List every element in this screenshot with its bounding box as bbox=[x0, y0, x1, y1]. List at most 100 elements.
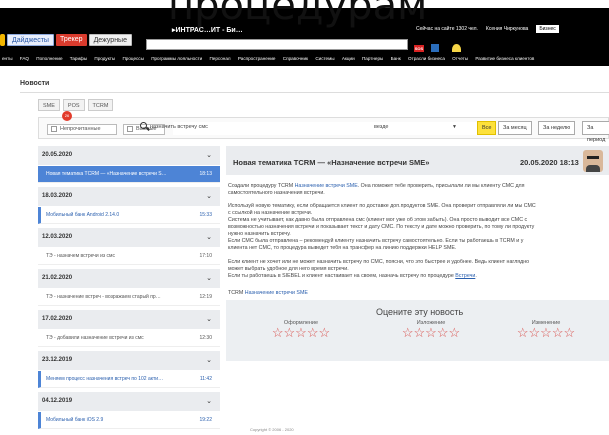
checkbox-box bbox=[51, 125, 57, 132]
author-avatar bbox=[583, 150, 603, 172]
filter-all-button[interactable]: Все bbox=[477, 121, 497, 135]
menu-item[interactable]: Тарифы bbox=[70, 56, 87, 61]
rating-design: Оформление ☆☆☆☆☆ bbox=[256, 320, 346, 340]
page-title: Новости bbox=[20, 80, 50, 87]
news-item-time: 18:13 bbox=[199, 171, 212, 177]
date-group-header[interactable]: 23.12.2019 ⌄ bbox=[38, 351, 220, 370]
chevron-down-icon[interactable]: ⌄ bbox=[206, 310, 212, 329]
divider bbox=[20, 92, 609, 93]
news-list-item[interactable]: Новая тематика TCRM — «Назначение встреч… bbox=[38, 166, 220, 183]
menu-item[interactable]: Партнеры bbox=[362, 56, 383, 61]
chevron-down-icon[interactable]: ⌄ bbox=[206, 146, 212, 165]
filter-period-button[interactable]: За период bbox=[582, 121, 609, 143]
star-rating-input[interactable]: ☆☆☆☆☆ bbox=[501, 325, 591, 340]
text: Создали процедуру TCRM bbox=[228, 183, 295, 189]
menu-item[interactable]: Программы лояльности bbox=[151, 56, 202, 61]
menu-item[interactable]: Пополнение bbox=[36, 56, 62, 61]
news-list-item[interactable]: ТЭ - назначение встреч - возражаем стары… bbox=[38, 289, 220, 306]
news-list-item[interactable]: Мобильный банк iOS 2.9 19:22 bbox=[38, 412, 220, 429]
news-search-input[interactable] bbox=[173, 122, 479, 135]
business-button[interactable]: Бизнес bbox=[536, 25, 559, 33]
menu-item[interactable]: Акции bbox=[342, 56, 355, 61]
menu-item[interactable]: Отчеты bbox=[452, 56, 468, 61]
procedure-link[interactable]: Назначение встречи SME bbox=[295, 183, 358, 189]
menu-item[interactable]: Банк bbox=[391, 56, 401, 61]
checkbox-box bbox=[127, 125, 133, 132]
text: . Она поможет тебе проверить, присылали … bbox=[357, 183, 525, 189]
filter-month-button[interactable]: За месяц bbox=[498, 121, 532, 135]
tab-tcrm[interactable]: TCRM bbox=[87, 99, 114, 111]
news-item-title: Новая тематика TCRM — «Назначение встреч… bbox=[46, 171, 167, 177]
section-tabs: SME POS TCRM bbox=[38, 99, 114, 111]
date-group-header[interactable]: 17.02.2020 ⌄ bbox=[38, 310, 220, 329]
news-list-item[interactable]: Меняем процесс назначения встреч по 102 … bbox=[38, 371, 220, 388]
chevron-down-icon[interactable]: ⌄ bbox=[206, 269, 212, 288]
rating-change: Изменение ☆☆☆☆☆ bbox=[501, 320, 591, 340]
menu-item[interactable]: FAQ bbox=[20, 56, 29, 61]
procedure-link[interactable]: Назначение встречи SME bbox=[245, 290, 308, 296]
date-label: 12.03.2020 bbox=[42, 234, 73, 240]
date-group-header[interactable]: 21.02.2020 ⌄ bbox=[38, 269, 220, 288]
search-icon bbox=[140, 122, 147, 129]
date-label: 23.12.2019 bbox=[42, 357, 73, 363]
menu-item[interactable]: Отрасли бизнеса bbox=[408, 56, 445, 61]
news-item-title: Мобильный банк Android 2.14.0 bbox=[46, 212, 120, 218]
scope-select[interactable]: везде bbox=[374, 124, 388, 130]
news-list-item[interactable]: ТЭ - добавили назначение встречи из смс 1… bbox=[38, 330, 220, 347]
tab-sme[interactable]: SME bbox=[38, 99, 60, 111]
news-item-title: ТЭ - добавили назначение встречи из смс bbox=[46, 335, 144, 341]
search-value[interactable]: назначить встречу смс bbox=[150, 124, 208, 130]
menu-item[interactable]: Продукты bbox=[94, 56, 115, 61]
star-rating-input[interactable]: ☆☆☆☆☆ bbox=[386, 325, 476, 340]
menu-tab-icon[interactable] bbox=[0, 34, 5, 46]
news-list-item[interactable]: Мобильный банк Android 2.14.0 15:33 bbox=[38, 207, 220, 224]
chevron-down-icon[interactable]: ⌄ bbox=[206, 351, 212, 370]
article-header: Новая тематика TCRM — «Назначение встреч… bbox=[226, 146, 609, 175]
tab-pos[interactable]: POS bbox=[62, 99, 85, 111]
chevron-down-icon[interactable]: ⌄ bbox=[206, 228, 212, 247]
chevron-down-icon[interactable]: ⌄ bbox=[206, 187, 212, 206]
text: . bbox=[475, 273, 477, 279]
news-item-title: Мобильный банк iOS 2.9 bbox=[46, 417, 104, 423]
meetings-link[interactable]: Встречи bbox=[455, 273, 475, 279]
digests-button[interactable]: Дайджесты bbox=[7, 34, 54, 46]
news-item-time: 17:10 bbox=[199, 253, 212, 259]
chevron-down-icon[interactable]: ⌄ bbox=[206, 392, 212, 411]
menu-item[interactable]: Системы bbox=[315, 56, 334, 61]
news-item-time: 12:19 bbox=[199, 294, 212, 300]
article-title: Новая тематика TCRM — «Назначение встреч… bbox=[233, 158, 430, 167]
star-rating-input[interactable]: ☆☆☆☆☆ bbox=[256, 325, 346, 340]
date-group-header[interactable]: 18.03.2020 ⌄ bbox=[38, 187, 220, 206]
menu-item[interactable]: Развитие бизнеса клиентов bbox=[475, 56, 534, 61]
date-group-header[interactable]: 20.05.2020 ⌄ bbox=[38, 146, 220, 165]
date-label: 21.02.2020 bbox=[42, 275, 73, 281]
overlay-caption: процедурам bbox=[168, 0, 428, 29]
global-search-input[interactable] bbox=[146, 39, 408, 50]
menu-item[interactable]: Распространение bbox=[238, 56, 276, 61]
news-item-time: 11:42 bbox=[199, 376, 212, 382]
menu-item[interactable]: Процессы bbox=[122, 56, 143, 61]
date-group-header[interactable]: 12.03.2020 ⌄ bbox=[38, 228, 220, 247]
unread-checkbox[interactable]: Непрочитанные bbox=[47, 124, 117, 135]
date-group-header[interactable]: 04.12.2019 ⌄ bbox=[38, 392, 220, 411]
chevron-down-icon[interactable]: ▼ bbox=[452, 124, 457, 130]
article-text: клиента нет СМС, то процедура выведет те… bbox=[228, 245, 457, 251]
news-list: 20.05.2020 ⌄ Новая тематика TCRM — «Назнач… bbox=[38, 146, 220, 435]
article-footer-text: TCRM Назначение встречи SME bbox=[228, 290, 607, 298]
copyright: Copyright © 2006 - 2020 bbox=[250, 427, 294, 432]
filter-week-button[interactable]: За неделю bbox=[538, 121, 576, 135]
date-label: 18.03.2020 bbox=[42, 193, 73, 199]
news-item-title: ТЭ - назначение встреч - возражаем стары… bbox=[46, 294, 161, 300]
quick-buttons: Дайджесты Трекер Дежурные bbox=[0, 34, 132, 46]
menu-item[interactable]: Справочник bbox=[283, 56, 308, 61]
user-area: Сейчас на сайте 1302 чел. Ксения Чиркуно… bbox=[416, 25, 559, 33]
tracker-button[interactable]: Трекер bbox=[55, 34, 87, 46]
duty-button[interactable]: Дежурные bbox=[88, 34, 132, 46]
news-item-title: Меняем процесс назначения встреч по 102 … bbox=[46, 376, 164, 382]
unread-count-badge: 26 bbox=[62, 111, 72, 121]
article-text: Если ты работаешь в SIEBEL и клиент наст… bbox=[228, 273, 607, 281]
menu-item[interactable]: енты bbox=[2, 56, 13, 61]
menu-item[interactable]: Персонал bbox=[209, 56, 230, 61]
user-name[interactable]: Ксения Чиркунова bbox=[486, 26, 528, 32]
news-list-item[interactable]: ТЭ - назначем встречи из смс 17:10 bbox=[38, 248, 220, 265]
